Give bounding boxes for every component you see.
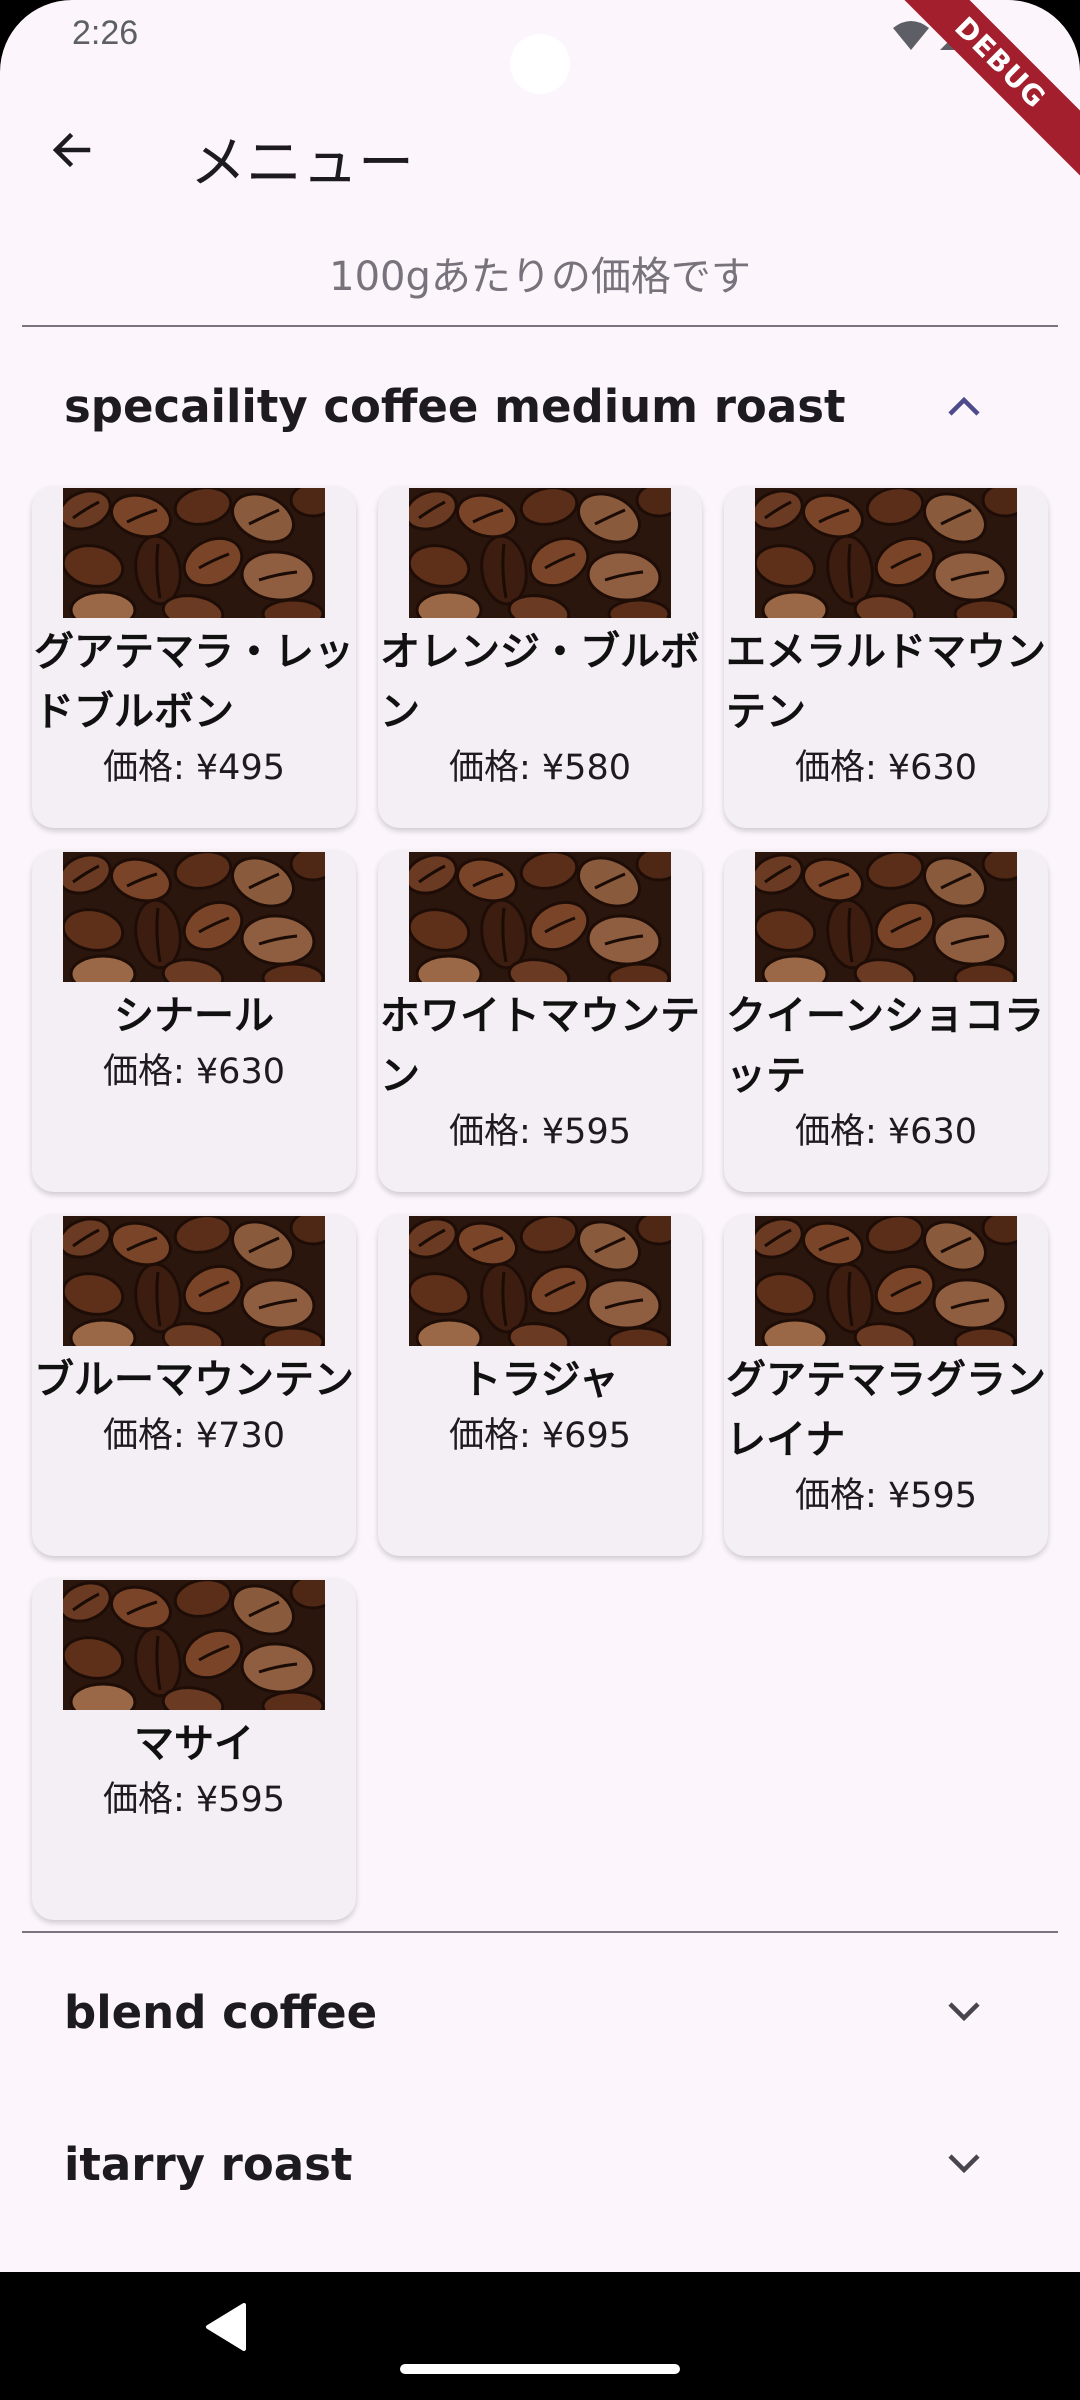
coffee-beans-image [409, 1216, 671, 1346]
home-handle[interactable] [400, 2364, 680, 2374]
coffee-beans-image [63, 488, 325, 618]
coffee-beans-image [63, 1580, 325, 1710]
coffee-beans-image [409, 488, 671, 618]
app-screen: 2:26 DEBUG メニュー 100gあたりの価格です specaility … [0, 0, 1080, 2400]
section-title: blend coffee [64, 1986, 378, 2039]
price-note: 100gあたりの価格です [329, 254, 751, 300]
product-name: シナール [114, 993, 274, 1039]
product-price: 価格: ¥730 [103, 1416, 285, 1456]
product-card[interactable]: エメラルドマウンテン価格: ¥630 [724, 486, 1048, 828]
chevron-down-icon [940, 1988, 988, 2036]
page-title: メニュー [190, 131, 414, 196]
product-card[interactable]: ブルーマウンテン価格: ¥730 [32, 1214, 356, 1556]
coffee-beans-image [755, 1216, 1017, 1346]
product-price: 価格: ¥630 [103, 1052, 285, 1092]
chevron-up-icon [940, 382, 988, 430]
section-header-blend[interactable]: blend coffee [0, 1950, 1080, 2070]
chevron-down-icon [940, 2140, 988, 2188]
product-price: 価格: ¥630 [795, 748, 977, 788]
system-nav-bar [0, 2272, 1080, 2400]
arrow-back-icon [48, 126, 96, 178]
product-name: グアテマラ・レッドブルボン [34, 629, 354, 735]
coffee-beans-image [63, 852, 325, 982]
product-name: クイーンショコラッテ [726, 993, 1044, 1099]
app-bar: メニュー [0, 80, 1080, 220]
product-card[interactable]: マサイ価格: ¥595 [32, 1578, 356, 1920]
wifi-icon [892, 20, 930, 56]
section-header-itarry[interactable]: itarry roast [0, 2102, 1080, 2222]
product-price: 価格: ¥580 [449, 748, 631, 788]
product-card[interactable]: グアテマラグランレイナ価格: ¥595 [724, 1214, 1048, 1556]
coffee-beans-image [755, 488, 1017, 618]
product-price: 価格: ¥695 [449, 1416, 631, 1456]
product-name: ブルーマウンテン [34, 1357, 354, 1403]
section-title: itarry roast [64, 2138, 353, 2191]
product-price: 価格: ¥595 [103, 1780, 285, 1820]
status-bar: 2:26 DEBUG [0, 0, 1080, 186]
product-card[interactable]: シナール価格: ¥630 [32, 850, 356, 1192]
coffee-beans-image [63, 1216, 325, 1346]
back-button[interactable] [36, 116, 108, 188]
product-price: 価格: ¥595 [449, 1112, 631, 1152]
product-card[interactable]: ホワイトマウンテン価格: ¥595 [378, 850, 702, 1192]
product-name: エメラルドマウンテン [726, 629, 1046, 735]
product-price: 価格: ¥595 [795, 1476, 977, 1516]
product-name: オレンジ・ブルボン [380, 629, 700, 735]
status-time: 2:26 [72, 14, 139, 52]
product-card[interactable]: トラジャ価格: ¥695 [378, 1214, 702, 1556]
product-grid: グアテマラ・レッドブルボン 価格: ¥495 オレンジ・ブルボン 価格: ¥58… [32, 486, 1048, 1920]
section-title: specaility coffee medium roast [64, 380, 846, 433]
product-card[interactable]: クイーンショコラッテ価格: ¥630 [724, 850, 1048, 1192]
product-price: 価格: ¥495 [103, 748, 285, 788]
coffee-beans-image [755, 852, 1017, 982]
coffee-beans-image [409, 852, 671, 982]
product-name: グアテマラグランレイナ [726, 1357, 1046, 1463]
product-name: トラジャ [461, 1357, 619, 1403]
divider [22, 1931, 1058, 1933]
product-name: マサイ [134, 1721, 254, 1767]
product-card[interactable]: オレンジ・ブルボン価格: ¥580 [378, 486, 702, 828]
product-name: ホワイトマウンテン [380, 993, 700, 1099]
product-price: 価格: ¥630 [795, 1112, 977, 1152]
divider [22, 325, 1058, 327]
section-header-speciality[interactable]: specaility coffee medium roast [0, 344, 1080, 464]
product-card[interactable]: グアテマラ・レッドブルボン価格: ¥495 [32, 486, 356, 828]
nav-back-icon[interactable] [204, 2302, 248, 2356]
